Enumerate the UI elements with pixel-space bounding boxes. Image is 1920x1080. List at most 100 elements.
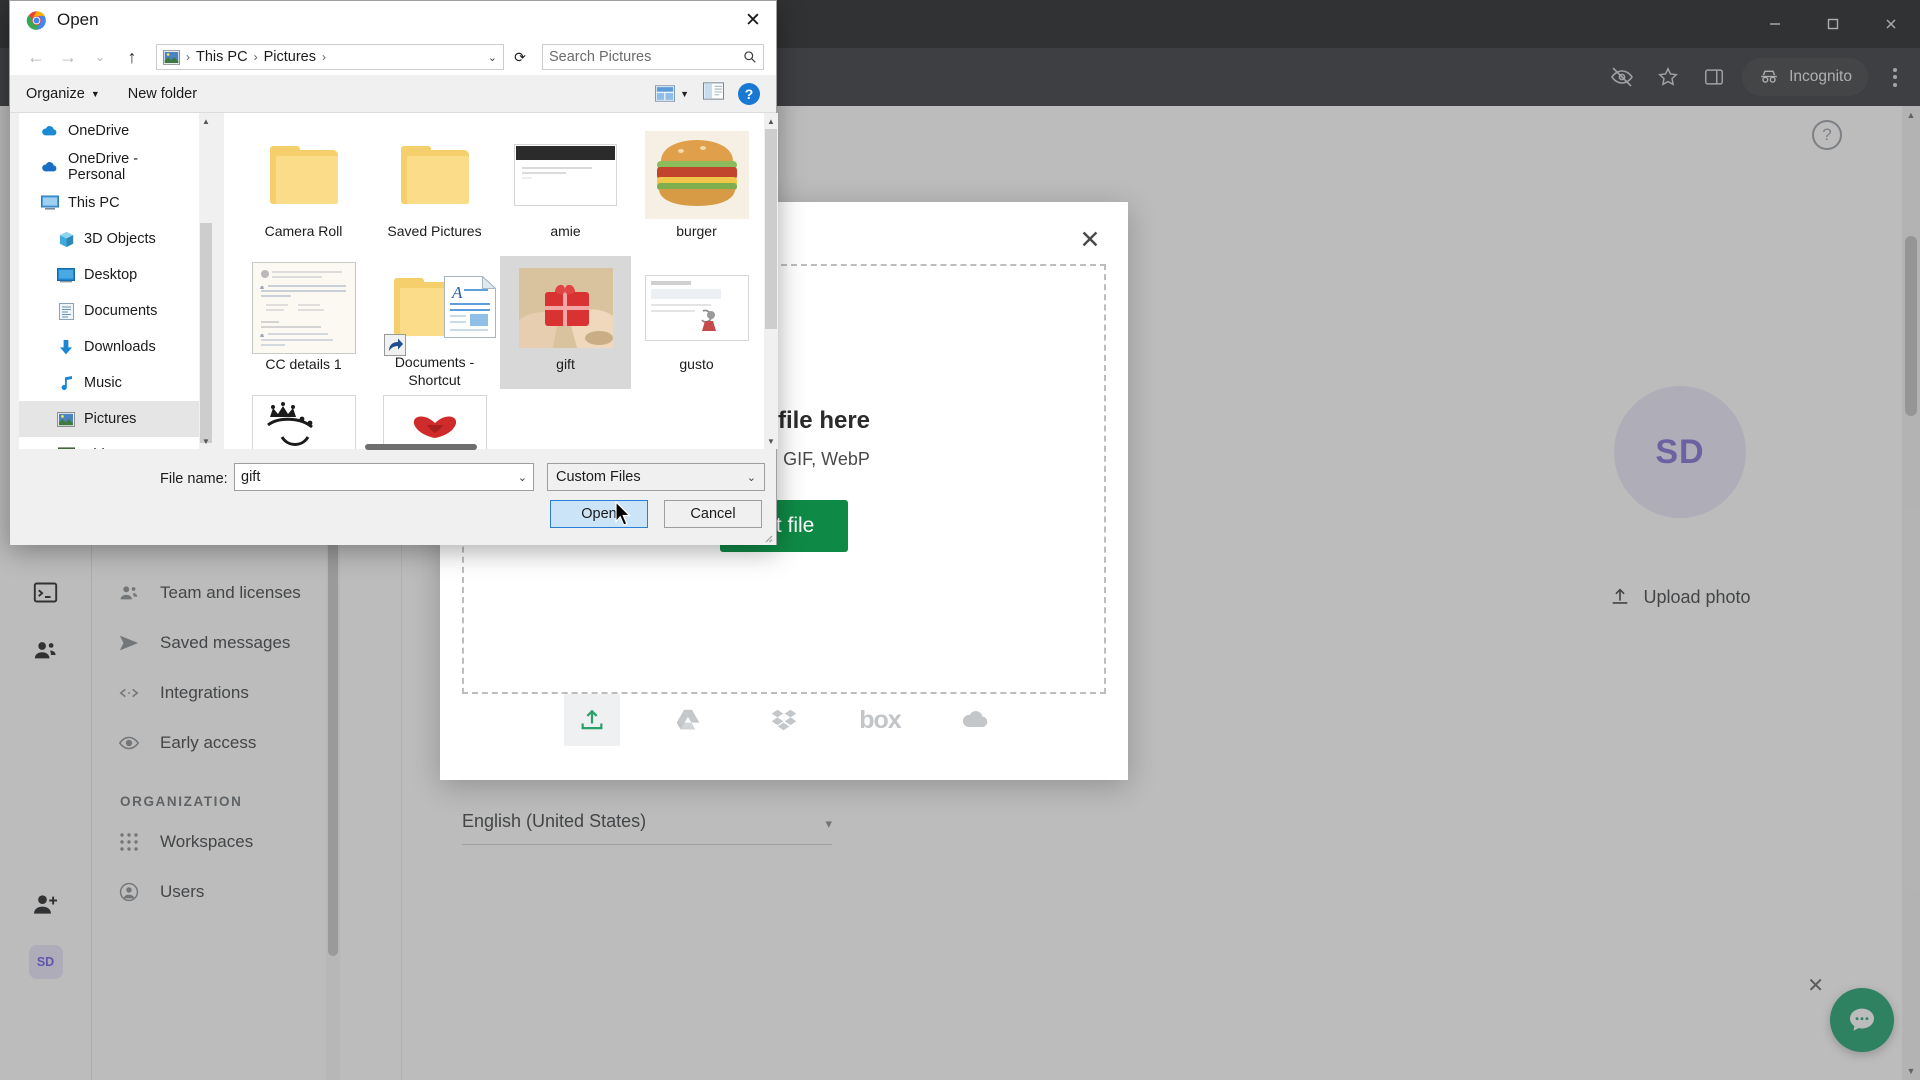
file-list-horizontal-scrollbar[interactable] [365, 444, 477, 450]
file-item[interactable] [369, 389, 500, 449]
sidebar-item-documents[interactable]: Documents [19, 293, 199, 329]
help-icon[interactable]: ? [738, 82, 760, 105]
sidebar-scrollbar-thumb[interactable] [200, 223, 212, 443]
sidebar-item-this-pc[interactable]: This PC [19, 185, 199, 221]
file-grid: Camera Roll Saved Pictures amie burger C… [224, 113, 764, 449]
organize-label: Organize [26, 85, 85, 102]
image-thumbnail [644, 262, 749, 354]
file-item-selected[interactable]: gift [500, 256, 631, 389]
file-name: gusto [679, 356, 714, 372]
box-icon[interactable]: box [852, 694, 908, 746]
file-name-input[interactable]: gift ⌄ [234, 463, 534, 491]
music-icon [57, 374, 75, 392]
sidebar-item-onedrive-personal[interactable]: OneDrive - Personal [19, 149, 199, 185]
file-list[interactable]: Camera Roll Saved Pictures amie burger C… [224, 113, 764, 449]
chevron-down-icon: ▼ [680, 88, 689, 99]
sidebar-item-desktop[interactable]: Desktop [19, 257, 199, 293]
breadcrumb-dropdown-icon[interactable]: ⌄ [488, 51, 497, 64]
cube-icon [57, 230, 75, 248]
organize-menu[interactable]: Organize ▼ [26, 86, 100, 102]
breadcrumb-separator: › [253, 50, 258, 64]
sidebar-scrollbar[interactable]: ▲ ▼ [199, 113, 213, 449]
sidebar-item-pictures[interactable]: Pictures [19, 401, 199, 437]
sidebar-item-label: Music [84, 375, 122, 391]
sidebar-item-3d-objects[interactable]: 3D Objects [19, 221, 199, 257]
breadcrumb-item-pictures[interactable]: Pictures [264, 49, 316, 65]
file-item[interactable]: CC details 1 [238, 256, 369, 389]
folder-icon [269, 129, 338, 221]
file-name: amie [550, 223, 581, 239]
image-thumbnail [518, 262, 613, 354]
arrow-left-icon[interactable]: ← [22, 43, 50, 71]
chrome-logo-icon [26, 10, 46, 30]
monitor-icon [41, 194, 59, 212]
file-item[interactable]: Camera Roll [238, 123, 369, 256]
search-icon [744, 51, 756, 63]
file-list-scrollbar[interactable]: ▲ ▼ [764, 113, 778, 449]
chevron-down-icon[interactable]: ⌄ [747, 471, 756, 484]
close-icon[interactable]: ✕ [730, 1, 776, 39]
dialog-footer: File name: gift ⌄ Custom Files ⌄ Open Ca… [10, 453, 776, 545]
file-item[interactable] [238, 389, 369, 449]
sidebar-item-label: Videos [84, 447, 128, 449]
resize-grip-icon[interactable] [761, 531, 773, 543]
sidebar-item-label: Downloads [84, 339, 156, 355]
download-icon [57, 338, 75, 356]
refresh-icon[interactable]: ⟳ [508, 44, 532, 70]
sidebar-item-onedrive[interactable]: OneDrive [19, 113, 199, 149]
image-thumbnail [514, 129, 617, 221]
sidebar-item-label: OneDrive [68, 123, 130, 139]
mouse-cursor [615, 501, 631, 526]
dropbox-icon[interactable] [756, 694, 812, 746]
arrow-up-icon[interactable]: ↑ [118, 43, 146, 71]
scroll-down-arrow-icon[interactable]: ▼ [199, 433, 213, 449]
close-icon[interactable]: ✕ [1072, 222, 1108, 258]
file-item[interactable]: gusto [631, 256, 762, 389]
sidebar-item-label: Desktop [84, 267, 138, 283]
file-item[interactable]: burger [631, 123, 762, 256]
cancel-button[interactable]: Cancel [664, 500, 762, 528]
sidebar-item-downloads[interactable]: Downloads [19, 329, 199, 365]
file-name: CC details 1 [265, 356, 342, 372]
document-icon [57, 302, 75, 320]
file-name: Saved Pictures [387, 223, 482, 239]
file-name: burger [676, 223, 717, 239]
onedrive-icon[interactable] [948, 694, 1004, 746]
scroll-down-arrow-icon[interactable]: ▼ [764, 433, 778, 449]
places-sidebar: OneDrive OneDrive - Personal This PC 3D … [19, 113, 199, 449]
new-folder-button[interactable]: New folder [128, 86, 197, 102]
sidebar-item-music[interactable]: Music [19, 365, 199, 401]
scroll-up-arrow-icon[interactable]: ▲ [199, 113, 213, 129]
svg-text:A: A [451, 283, 463, 302]
file-name: Documents - Shortcut [394, 354, 475, 388]
sidebar-item-videos[interactable]: Videos [19, 437, 199, 449]
breadcrumb-separator: › [186, 50, 190, 64]
file-name: gift [556, 356, 575, 372]
image-thumbnail [382, 395, 487, 449]
upload-service-row: box [440, 694, 1128, 746]
arrow-right-icon[interactable]: → [54, 43, 82, 71]
view-layout-icon[interactable]: ▼ [655, 85, 689, 102]
shortcut-arrow-icon [383, 334, 406, 356]
image-thumbnail [251, 262, 356, 354]
chevron-down-icon[interactable]: ⌄ [518, 471, 527, 484]
file-item[interactable]: A Documents - Shortcut [369, 256, 500, 389]
open-file-dialog: Open ✕ ← → ⌄ ↑ › This PC › Pictures › ⌄ … [9, 0, 778, 545]
file-type-select[interactable]: Custom Files ⌄ [547, 463, 765, 491]
google-drive-icon[interactable] [660, 694, 716, 746]
search-input[interactable]: Search Pictures [542, 44, 764, 70]
file-item[interactable]: amie [500, 123, 631, 256]
dialog-commandbar: Organize ▼ New folder ▼ ? [10, 75, 776, 113]
commandbar-right: ▼ ? [655, 82, 760, 105]
preview-pane-icon[interactable] [703, 82, 724, 105]
sidebar-item-label: Documents [84, 303, 158, 319]
my-device-upload-icon[interactable] [564, 694, 620, 746]
file-item[interactable]: Saved Pictures [369, 123, 500, 256]
new-folder-label: New folder [127, 85, 198, 102]
breadcrumb-item-this-pc[interactable]: This PC [196, 49, 248, 65]
breadcrumb[interactable]: › This PC › Pictures › ⌄ [156, 44, 504, 70]
sidebar-item-label: 3D Objects [84, 231, 156, 247]
chevron-down-icon[interactable]: ⌄ [86, 43, 114, 71]
scroll-up-arrow-icon[interactable]: ▲ [764, 113, 778, 129]
file-list-scrollbar-thumb[interactable] [765, 129, 777, 329]
